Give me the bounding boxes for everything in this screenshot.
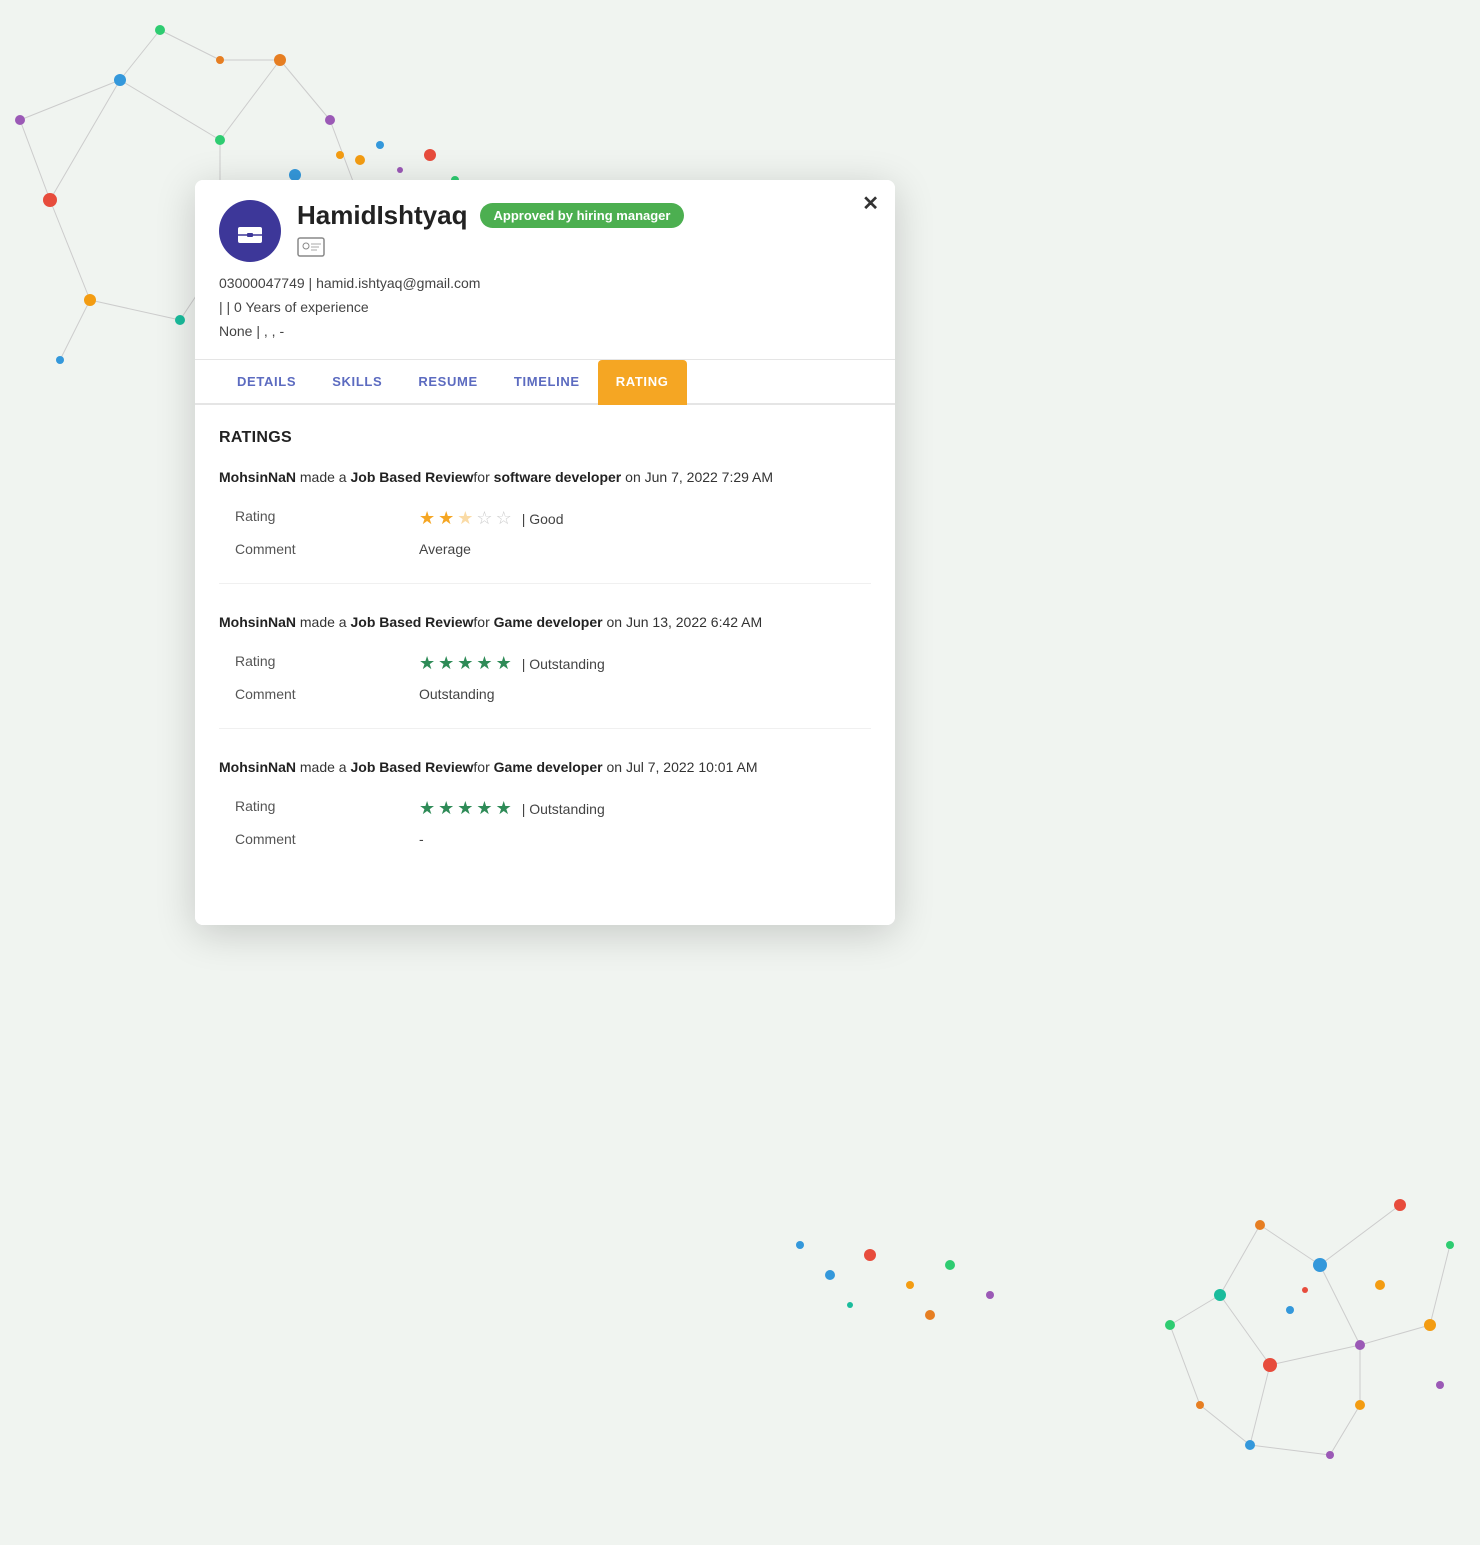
ratings-section-title: RATINGS (219, 429, 871, 447)
review-title-3: MohsinNaN made a Job Based Reviewfor Gam… (219, 757, 871, 778)
review-type-1: Job Based Review (350, 469, 473, 485)
star-2-5: ★ (496, 653, 512, 674)
avatar (219, 200, 281, 262)
star-2-1: ★ (419, 653, 435, 674)
star-2-4: ★ (476, 653, 492, 674)
comment-label-1: Comment (219, 541, 419, 557)
candidate-name: HamidIshtyaq (297, 200, 468, 231)
rating-label-2: Rating (219, 653, 419, 674)
star-1-1: ★ (419, 508, 435, 529)
header-info: HamidIshtyaq Approved by hiring manager (297, 200, 871, 262)
comment-label-3: Comment (219, 831, 419, 847)
approved-badge: Approved by hiring manager (480, 203, 685, 228)
tab-skills[interactable]: SKILLS (314, 360, 400, 405)
stars-2: ★ ★ ★ ★ ★ (419, 653, 512, 674)
header-top: HamidIshtyaq Approved by hiring manager (219, 200, 871, 262)
star-1-4: ☆ (476, 508, 492, 529)
star-2-2: ★ (438, 653, 454, 674)
star-3-3: ★ (457, 798, 473, 819)
reviewer-2: MohsinNaN (219, 614, 296, 630)
contact-info: 03000047749 | hamid.ishtyaq@gmail.com | … (219, 272, 871, 343)
candidate-modal: HamidIshtyaq Approved by hiring manager … (195, 180, 895, 925)
rating-value-1: ★ ★ ★ ☆ ☆ | Good (419, 508, 563, 529)
briefcase-icon (234, 215, 266, 247)
rating-text-1: | Good (522, 511, 564, 527)
comment-label-2: Comment (219, 686, 419, 702)
star-1-3: ★ (457, 508, 473, 529)
rating-block-2: MohsinNaN made a Job Based Reviewfor Gam… (219, 612, 871, 729)
star-1-2: ★ (438, 508, 454, 529)
rating-text-3: | Outstanding (522, 801, 605, 817)
phone-email: 03000047749 | hamid.ishtyaq@gmail.com (219, 272, 871, 296)
review-title-1: MohsinNaN made a Job Based Reviewfor sof… (219, 467, 871, 488)
review-row-rating-1: Rating ★ ★ ★ ☆ ☆ | Good (219, 502, 871, 535)
rating-block-1: MohsinNaN made a Job Based Reviewfor sof… (219, 467, 871, 584)
comment-text-2: Outstanding (419, 686, 495, 702)
star-3-5: ★ (496, 798, 512, 819)
rating-label-3: Rating (219, 798, 419, 819)
review-job-2: Game developer (494, 614, 603, 630)
comment-text-1: Average (419, 541, 471, 557)
review-date-1: Jun 7, 2022 7:29 AM (645, 469, 773, 485)
comment-text-3: - (419, 831, 424, 847)
tab-rating[interactable]: Rating (598, 360, 687, 405)
tab-timeline[interactable]: TIMELINE (496, 360, 598, 405)
tab-details[interactable]: DETAILS (219, 360, 314, 405)
tab-resume[interactable]: RESUME (400, 360, 496, 405)
star-3-4: ★ (476, 798, 492, 819)
review-type-3: Job Based Review (350, 759, 473, 775)
star-3-2: ★ (438, 798, 454, 819)
tabs-bar: DETAILS SKILLS RESUME TIMELINE Rating (195, 360, 895, 405)
stars-3: ★ ★ ★ ★ ★ (419, 798, 512, 819)
rating-text-2: | Outstanding (522, 656, 605, 672)
stars-1: ★ ★ ★ ☆ ☆ (419, 508, 512, 529)
rating-value-3: ★ ★ ★ ★ ★ | Outstanding (419, 798, 605, 819)
name-row: HamidIshtyaq Approved by hiring manager (297, 200, 871, 231)
location: None | , , - (219, 320, 871, 344)
review-row-comment-1: Comment Average (219, 535, 871, 563)
review-date-2: Jun 13, 2022 6:42 AM (626, 614, 762, 630)
review-row-rating-2: Rating ★ ★ ★ ★ ★ | Outstanding (219, 647, 871, 680)
review-date-3: Jul 7, 2022 10:01 AM (626, 759, 758, 775)
star-1-5: ☆ (496, 508, 512, 529)
review-title-2: MohsinNaN made a Job Based Reviewfor Gam… (219, 612, 871, 633)
id-icon (297, 237, 325, 262)
rating-label-1: Rating (219, 508, 419, 529)
rating-value-2: ★ ★ ★ ★ ★ | Outstanding (419, 653, 605, 674)
network-decoration-bottomright (1120, 1145, 1460, 1485)
review-job-1: software developer (494, 469, 622, 485)
experience: | | 0 Years of experience (219, 296, 871, 320)
comment-value-2: Outstanding (419, 686, 495, 702)
close-button[interactable]: ✕ (862, 194, 879, 214)
review-row-rating-3: Rating ★ ★ ★ ★ ★ | Outstanding (219, 792, 871, 825)
scattered-dots-bottom (750, 1195, 1050, 1345)
star-3-1: ★ (419, 798, 435, 819)
review-row-comment-2: Comment Outstanding (219, 680, 871, 708)
review-type-2: Job Based Review (350, 614, 473, 630)
review-row-comment-3: Comment - (219, 825, 871, 853)
reviewer-3: MohsinNaN (219, 759, 296, 775)
modal-content: RATINGS MohsinNaN made a Job Based Revie… (195, 405, 895, 925)
comment-value-3: - (419, 831, 424, 847)
rating-block-3: MohsinNaN made a Job Based Reviewfor Gam… (219, 757, 871, 873)
modal-header: HamidIshtyaq Approved by hiring manager … (195, 180, 895, 360)
review-job-3: Game developer (494, 759, 603, 775)
reviewer-1: MohsinNaN (219, 469, 296, 485)
star-2-3: ★ (457, 653, 473, 674)
comment-value-1: Average (419, 541, 471, 557)
